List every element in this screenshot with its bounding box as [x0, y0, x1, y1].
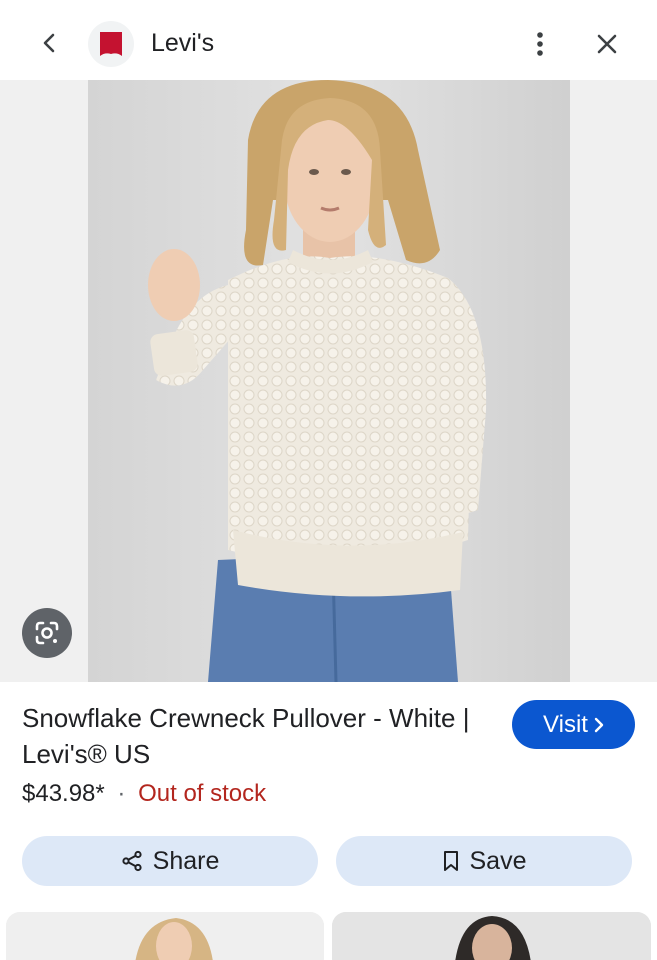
- more-vert-icon: [537, 32, 543, 56]
- price-row: $43.98* · Out of stock: [22, 780, 266, 808]
- model-wearing-sweater-illustration: [88, 80, 570, 682]
- save-label: Save: [469, 846, 527, 875]
- visit-button[interactable]: Visit: [512, 700, 635, 749]
- bookmark-icon: [443, 851, 458, 871]
- share-icon: [122, 850, 142, 872]
- share-label: Share: [152, 846, 220, 875]
- related-images-strip: [0, 910, 657, 960]
- site-logo: [88, 21, 134, 67]
- stock-status: Out of stock: [138, 780, 267, 807]
- visit-label: Visit: [543, 710, 588, 738]
- close-icon: [597, 34, 617, 54]
- related-image-thumbnail[interactable]: [6, 912, 324, 960]
- chevron-left-icon: [43, 33, 55, 53]
- related-image-preview: [6, 912, 324, 960]
- product-photo[interactable]: [88, 80, 570, 682]
- more-options-button[interactable]: [525, 28, 555, 60]
- related-image-preview: [332, 912, 651, 960]
- share-button[interactable]: Share: [22, 836, 318, 886]
- save-button[interactable]: Save: [336, 836, 632, 886]
- separator-dot: ·: [117, 780, 126, 807]
- lens-search-button[interactable]: [22, 608, 72, 658]
- top-bar: Levi's: [0, 0, 657, 80]
- back-button[interactable]: [34, 28, 64, 58]
- levis-logo-icon: [100, 32, 122, 56]
- chevron-right-icon: [594, 717, 604, 732]
- related-image-thumbnail[interactable]: [332, 912, 651, 960]
- price: $43.98*: [22, 780, 105, 807]
- google-lens-icon: [35, 621, 59, 645]
- close-button[interactable]: [592, 29, 622, 59]
- site-name: Levi's: [151, 29, 215, 57]
- product-title[interactable]: Snowflake Crewneck Pullover - White | Le…: [22, 700, 492, 772]
- product-image-area: [0, 80, 657, 682]
